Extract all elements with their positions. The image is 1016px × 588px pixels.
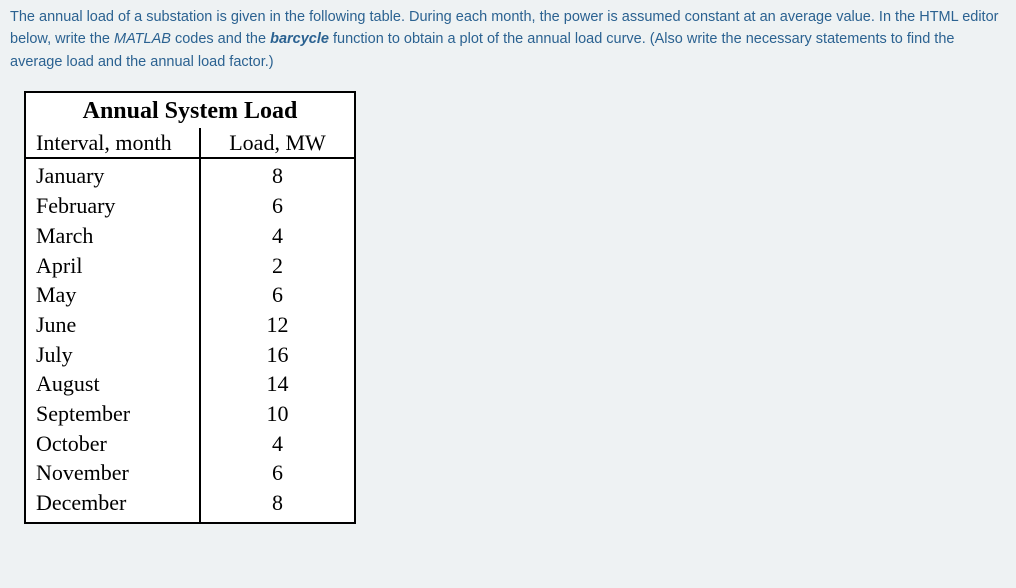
cell-load: 4 — [200, 221, 355, 251]
cell-month: January — [25, 158, 200, 191]
table-row: May 6 — [25, 280, 355, 310]
cell-load: 8 — [200, 158, 355, 191]
cell-month: October — [25, 429, 200, 459]
table-row: July 16 — [25, 340, 355, 370]
cell-load: 16 — [200, 340, 355, 370]
cell-month: April — [25, 251, 200, 281]
question-barcycle: barcycle — [270, 31, 329, 47]
question-text: The annual load of a substation is given… — [10, 6, 1006, 73]
table-row: January 8 — [25, 158, 355, 191]
table-row: December 8 — [25, 488, 355, 523]
cell-load: 8 — [200, 488, 355, 523]
table-row: September 10 — [25, 399, 355, 429]
cell-load: 12 — [200, 310, 355, 340]
cell-month: August — [25, 369, 200, 399]
question-part2: codes and the — [171, 31, 270, 47]
cell-month: May — [25, 280, 200, 310]
cell-month: December — [25, 488, 200, 523]
cell-load: 10 — [200, 399, 355, 429]
table-row: October 4 — [25, 429, 355, 459]
cell-month: November — [25, 458, 200, 488]
table-header-load: Load, MW — [200, 128, 355, 159]
table-row: November 6 — [25, 458, 355, 488]
cell-month: March — [25, 221, 200, 251]
question-matlab: MATLAB — [114, 31, 171, 47]
cell-load: 14 — [200, 369, 355, 399]
load-table-wrapper: Annual System Load Interval, month Load,… — [24, 91, 1006, 523]
cell-load: 2 — [200, 251, 355, 281]
cell-month: July — [25, 340, 200, 370]
cell-load: 6 — [200, 280, 355, 310]
cell-month: June — [25, 310, 200, 340]
cell-load: 6 — [200, 458, 355, 488]
table-row: February 6 — [25, 191, 355, 221]
table-row: June 12 — [25, 310, 355, 340]
cell-month: September — [25, 399, 200, 429]
table-row: August 14 — [25, 369, 355, 399]
table-row: April 2 — [25, 251, 355, 281]
table-title: Annual System Load — [25, 92, 355, 127]
cell-month: February — [25, 191, 200, 221]
table-row: March 4 — [25, 221, 355, 251]
cell-load: 4 — [200, 429, 355, 459]
cell-load: 6 — [200, 191, 355, 221]
table-header-month: Interval, month — [25, 128, 200, 159]
annual-load-table: Annual System Load Interval, month Load,… — [24, 91, 356, 523]
